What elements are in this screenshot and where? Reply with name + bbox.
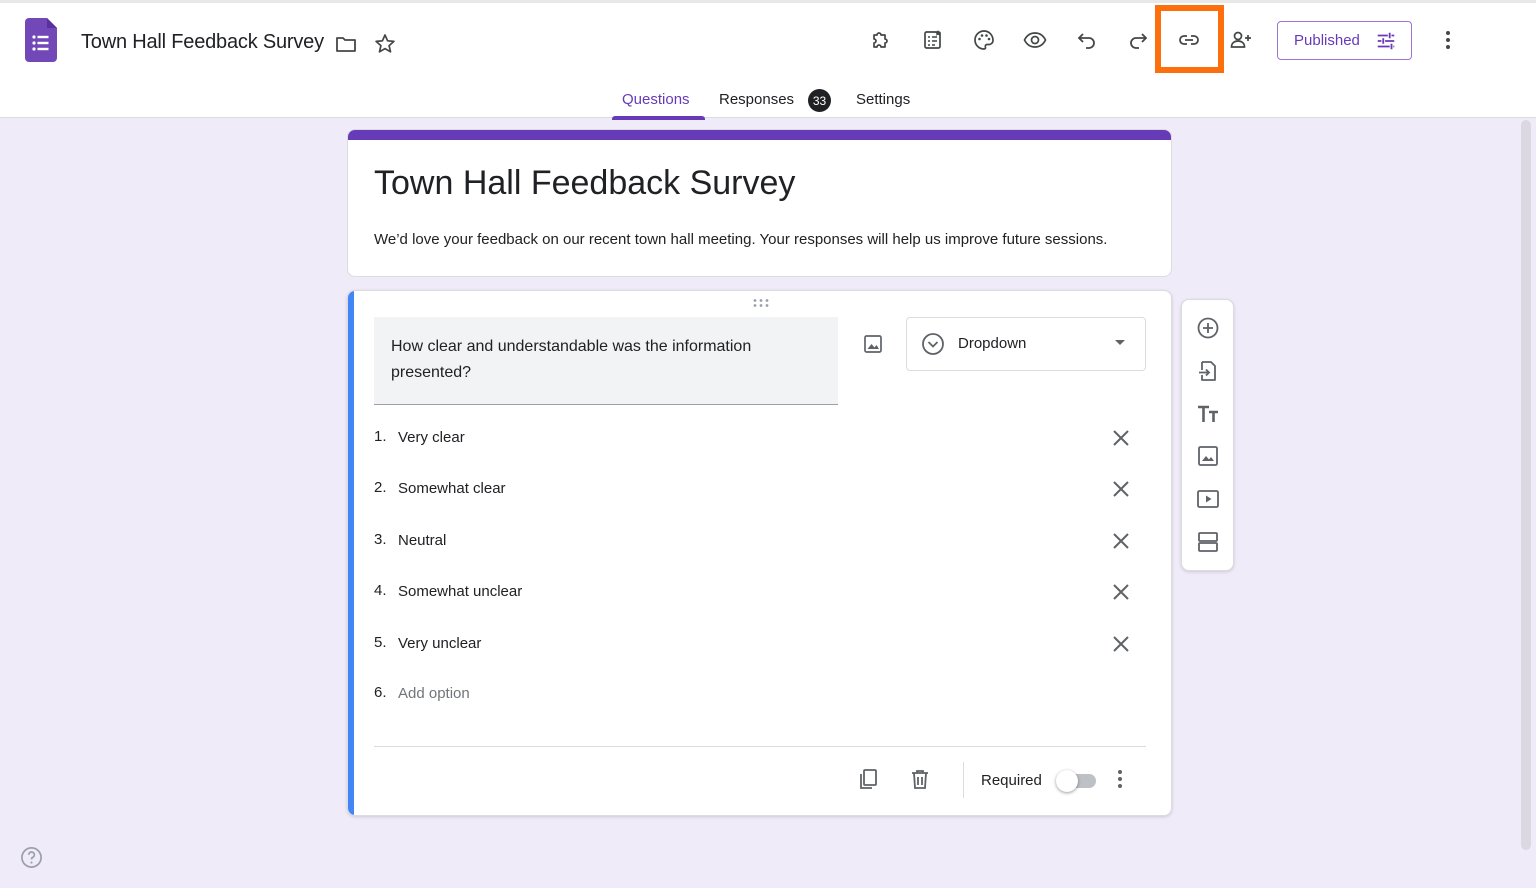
option-row[interactable]: 4. Somewhat unclear bbox=[374, 578, 1154, 608]
responses-count-badge: 33 bbox=[808, 89, 831, 112]
add-collaborator-icon[interactable] bbox=[1226, 25, 1256, 55]
tab-settings[interactable]: Settings bbox=[856, 91, 910, 108]
add-question-icon[interactable] bbox=[1194, 314, 1222, 342]
remove-option-icon[interactable] bbox=[1110, 478, 1132, 500]
add-option-label[interactable]: Add option bbox=[398, 685, 470, 702]
page-scrollbar[interactable] bbox=[1521, 120, 1531, 850]
option-number: 6. bbox=[374, 684, 387, 701]
add-image-icon[interactable] bbox=[858, 329, 888, 359]
dropdown-type-icon bbox=[922, 333, 944, 355]
form-checklist-icon[interactable] bbox=[918, 25, 948, 55]
question-more-icon[interactable] bbox=[1106, 765, 1134, 793]
question-text-input[interactable]: How clear and understandable was the inf… bbox=[374, 317, 838, 405]
option-number: 4. bbox=[374, 582, 387, 599]
delete-icon[interactable] bbox=[906, 765, 934, 793]
option-label[interactable]: Very clear bbox=[398, 429, 465, 446]
option-number: 5. bbox=[374, 634, 387, 651]
add-title-icon[interactable] bbox=[1194, 400, 1222, 428]
form-description[interactable]: We’d love your feedback on our recent to… bbox=[374, 231, 1107, 248]
redo-icon[interactable] bbox=[1123, 25, 1153, 55]
import-questions-icon[interactable] bbox=[1194, 357, 1222, 385]
option-label[interactable]: Very unclear bbox=[398, 635, 481, 652]
option-row[interactable]: 2. Somewhat clear bbox=[374, 475, 1154, 505]
add-video-icon[interactable] bbox=[1194, 485, 1222, 513]
option-row[interactable]: 1. Very clear bbox=[374, 424, 1154, 454]
required-toggle[interactable] bbox=[1056, 770, 1096, 792]
document-title[interactable]: Town Hall Feedback Survey bbox=[81, 31, 324, 54]
toggle-thumb bbox=[1056, 770, 1078, 792]
option-label[interactable]: Somewhat unclear bbox=[398, 583, 522, 600]
required-label: Required bbox=[981, 772, 1042, 789]
addon-icon[interactable] bbox=[866, 25, 896, 55]
remove-option-icon[interactable] bbox=[1110, 581, 1132, 603]
question-type-label: Dropdown bbox=[958, 335, 1027, 352]
floating-side-toolbar bbox=[1181, 299, 1234, 571]
tab-active-indicator bbox=[612, 116, 705, 120]
published-label: Published bbox=[1294, 32, 1360, 49]
option-number: 2. bbox=[374, 479, 387, 496]
palette-icon[interactable] bbox=[969, 25, 999, 55]
option-row[interactable]: 3. Neutral bbox=[374, 527, 1154, 557]
chevron-down-icon bbox=[1115, 340, 1125, 345]
option-label[interactable]: Somewhat clear bbox=[398, 480, 506, 497]
duplicate-icon[interactable] bbox=[854, 765, 882, 793]
form-title[interactable]: Town Hall Feedback Survey bbox=[374, 164, 795, 203]
folder-icon[interactable] bbox=[333, 31, 359, 57]
footer-separator bbox=[963, 762, 964, 798]
form-title-card[interactable]: Town Hall Feedback Survey We’d love your… bbox=[347, 129, 1172, 277]
option-row[interactable]: 5. Very unclear bbox=[374, 630, 1154, 660]
remove-option-icon[interactable] bbox=[1110, 633, 1132, 655]
published-button[interactable]: Published bbox=[1277, 21, 1412, 60]
tab-responses[interactable]: Responses bbox=[719, 91, 794, 108]
more-vert-icon[interactable] bbox=[1433, 25, 1463, 55]
publish-settings-icon bbox=[1377, 32, 1395, 50]
active-question-bar bbox=[348, 291, 354, 815]
star-icon[interactable] bbox=[372, 31, 398, 57]
top-bar: Town Hall Feedback Survey Published Ques… bbox=[0, 0, 1536, 120]
option-number: 3. bbox=[374, 531, 387, 548]
remove-option-icon[interactable] bbox=[1110, 530, 1132, 552]
option-label[interactable]: Neutral bbox=[398, 532, 446, 549]
preview-eye-icon[interactable] bbox=[1020, 25, 1050, 55]
undo-icon[interactable] bbox=[1072, 25, 1102, 55]
tab-questions[interactable]: Questions bbox=[622, 91, 690, 108]
add-image-icon[interactable] bbox=[1194, 442, 1222, 470]
option-number: 1. bbox=[374, 428, 387, 445]
add-option-row[interactable]: 6. Add option bbox=[374, 680, 1154, 710]
title-card-accent-bar bbox=[348, 130, 1171, 140]
footer-divider bbox=[374, 746, 1146, 747]
question-card[interactable]: How clear and understandable was the inf… bbox=[347, 290, 1172, 816]
forms-logo-icon[interactable] bbox=[25, 18, 57, 62]
help-icon[interactable] bbox=[20, 846, 43, 869]
remove-option-icon[interactable] bbox=[1110, 427, 1132, 449]
question-type-dropdown[interactable]: Dropdown bbox=[906, 317, 1146, 371]
drag-handle-icon[interactable] bbox=[751, 298, 771, 308]
link-highlight-box bbox=[1155, 5, 1224, 73]
add-section-icon[interactable] bbox=[1194, 528, 1222, 556]
